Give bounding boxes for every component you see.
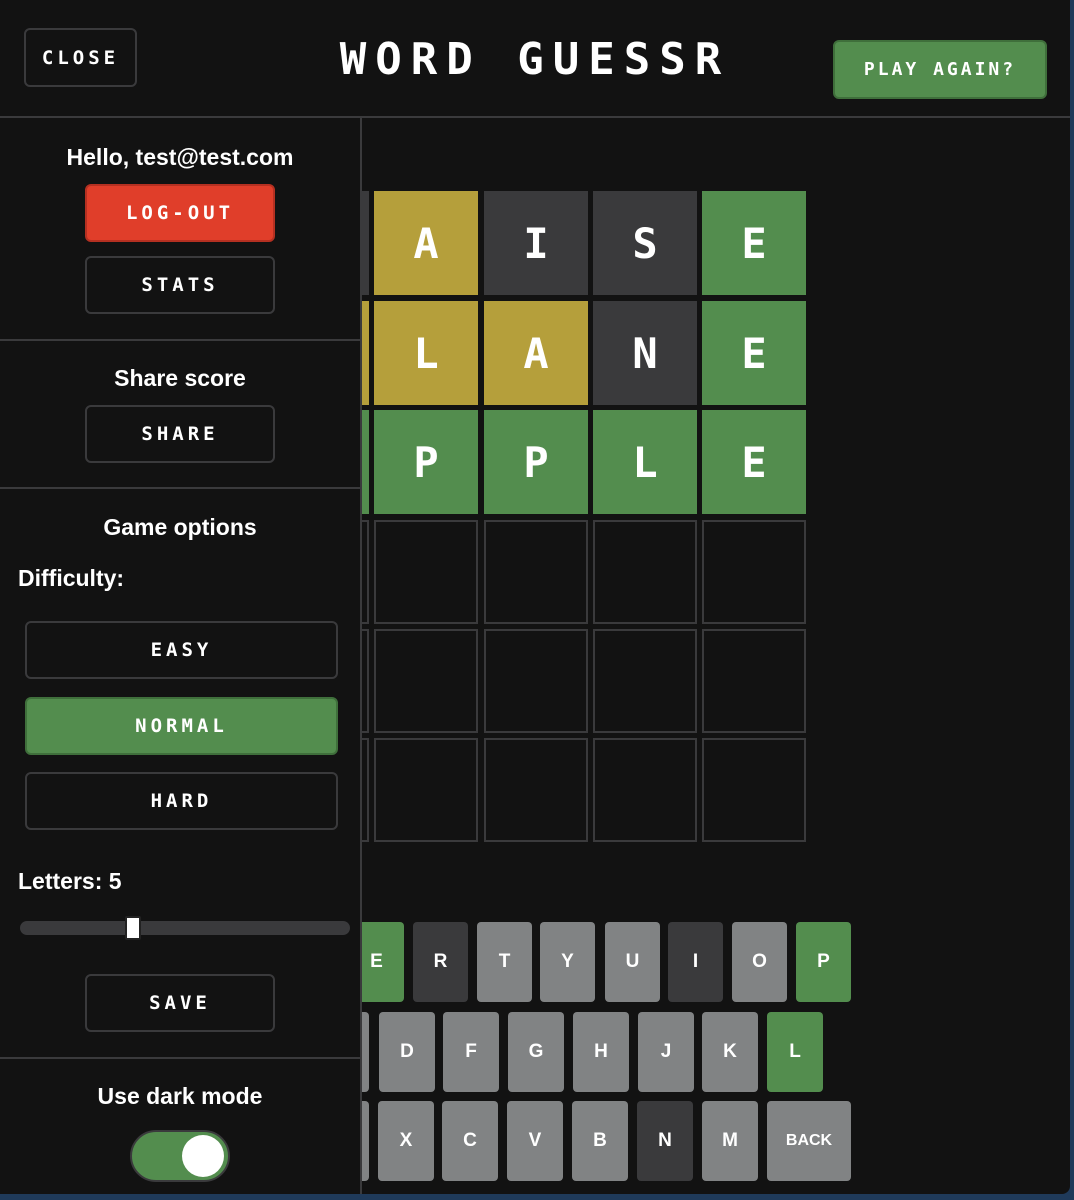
close-button[interactable]: CLOSE	[24, 28, 137, 87]
board-tile: A	[484, 301, 588, 405]
letters-slider-thumb[interactable]	[125, 916, 141, 940]
board-tile: L	[374, 301, 478, 405]
letters-label: Letters: 5	[18, 868, 122, 894]
game-window: CLOSE WORD GUESSR PLAY AGAIN? AISELANEPP…	[0, 0, 1070, 1194]
difficulty-easy-button[interactable]: EASY	[25, 621, 338, 679]
dark-mode-toggle[interactable]	[130, 1130, 230, 1182]
board-tile: E	[702, 301, 806, 405]
difficulty-label: Difficulty:	[18, 565, 125, 591]
board-tile: I	[484, 191, 588, 295]
board-tile: E	[702, 191, 806, 295]
keyboard-key[interactable]: N	[637, 1101, 693, 1181]
board-tile	[374, 629, 478, 733]
stats-button[interactable]: STATS	[85, 256, 275, 314]
board-tile	[484, 520, 588, 624]
game-title: WORD GUESSR	[339, 34, 731, 85]
keyboard-key[interactable]: P	[796, 922, 851, 1002]
keyboard-key[interactable]: Y	[540, 922, 595, 1002]
greeting-text: Hello, test@test.com	[66, 144, 294, 170]
settings-sidebar: Hello, test@test.com LOG-OUT STATS Share…	[0, 118, 362, 1194]
board-tile	[702, 520, 806, 624]
board-tile	[593, 629, 697, 733]
board-tile: A	[374, 191, 478, 295]
letters-slider[interactable]	[20, 921, 350, 935]
board-tile	[702, 738, 806, 842]
keyboard-key[interactable]: M	[702, 1101, 758, 1181]
board-tile	[593, 738, 697, 842]
board-tile	[593, 520, 697, 624]
keyboard-key[interactable]: B	[572, 1101, 628, 1181]
board-tile: P	[374, 410, 478, 514]
keyboard-key[interactable]: V	[507, 1101, 563, 1181]
logout-button[interactable]: LOG-OUT	[85, 184, 275, 242]
divider	[0, 339, 360, 341]
keyboard-key[interactable]: D	[379, 1012, 435, 1092]
board-tile	[702, 629, 806, 733]
keyboard-key[interactable]: F	[443, 1012, 499, 1092]
board-tile	[374, 738, 478, 842]
difficulty-normal-button[interactable]: NORMAL	[25, 697, 338, 755]
game-options-heading: Game options	[103, 514, 257, 540]
board-tile	[374, 520, 478, 624]
share-heading: Share score	[114, 365, 246, 391]
board-tile: S	[593, 191, 697, 295]
board-tile	[484, 629, 588, 733]
header: CLOSE WORD GUESSR PLAY AGAIN?	[0, 0, 1070, 118]
difficulty-hard-button[interactable]: HARD	[25, 772, 338, 830]
keyboard-key[interactable]: U	[605, 922, 660, 1002]
dark-mode-label: Use dark mode	[97, 1083, 263, 1109]
board-tile: E	[702, 410, 806, 514]
keyboard-key[interactable]: T	[477, 922, 532, 1002]
board-tile	[484, 738, 588, 842]
play-again-button[interactable]: PLAY AGAIN?	[833, 40, 1047, 99]
keyboard-key[interactable]: L	[767, 1012, 823, 1092]
keyboard-key[interactable]: J	[638, 1012, 694, 1092]
keyboard-key[interactable]: H	[573, 1012, 629, 1092]
keyboard-key[interactable]: O	[732, 922, 787, 1002]
board-tile: N	[593, 301, 697, 405]
keyboard-key[interactable]: K	[702, 1012, 758, 1092]
keyboard-key[interactable]: R	[413, 922, 468, 1002]
board-tile: L	[593, 410, 697, 514]
save-button[interactable]: SAVE	[85, 974, 275, 1032]
share-button[interactable]: SHARE	[85, 405, 275, 463]
backspace-key[interactable]: BACK	[767, 1101, 851, 1181]
keyboard-key[interactable]: I	[668, 922, 723, 1002]
keyboard-key[interactable]: G	[508, 1012, 564, 1092]
keyboard-key[interactable]: X	[378, 1101, 434, 1181]
keyboard-key[interactable]: C	[442, 1101, 498, 1181]
toggle-knob	[182, 1135, 224, 1177]
divider	[0, 487, 360, 489]
board-tile: P	[484, 410, 588, 514]
divider	[0, 1057, 360, 1059]
